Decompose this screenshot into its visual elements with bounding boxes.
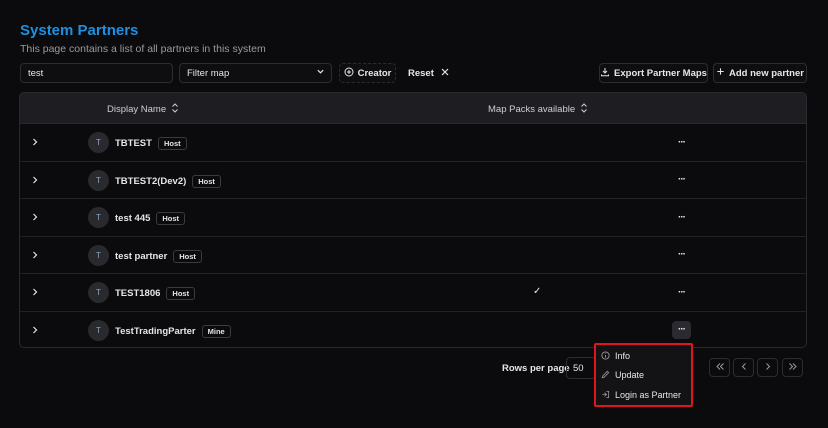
row-actions-button[interactable]: ··· [672, 320, 691, 339]
partner-name-text: TEST1806 [115, 288, 161, 299]
avatar: T [88, 132, 109, 153]
role-badge: Host [166, 287, 196, 300]
menu-item-info[interactable]: Info [601, 348, 687, 364]
chevron-down-icon [316, 67, 325, 79]
partner-name: TEST1806 Host [115, 287, 196, 300]
previous-page-button[interactable] [733, 358, 754, 377]
reset-label: Reset [408, 67, 434, 79]
role-badge: Mine [201, 324, 231, 338]
row-actions-button[interactable]: ··· [672, 283, 691, 301]
close-icon [441, 68, 449, 79]
partner-name-text: test 445 [115, 213, 151, 224]
chevron-right-icon[interactable] [31, 287, 39, 300]
role-badge: Host [157, 137, 187, 150]
search-input-value: test [28, 67, 44, 79]
partner-name: TestTradingParter Mine [115, 324, 231, 338]
search-input[interactable]: test [20, 63, 173, 83]
filter-map-select[interactable]: Filter map [179, 63, 332, 83]
rows-per-page-label: Rows per page [502, 363, 570, 374]
creator-label: Creator [357, 67, 392, 79]
table-row: Ttest 445 Host ··· [20, 199, 806, 237]
role-badge: Host [173, 249, 202, 263]
column-map-packs[interactable]: Map Packs available [488, 103, 588, 116]
table-row: T TEST1806 Host ✓ ··· [20, 274, 806, 312]
partner-name: TBTEST Host [115, 137, 187, 150]
row-actions-button[interactable]: ··· [672, 171, 691, 189]
chevron-right-icon[interactable] [31, 212, 39, 225]
login-icon [601, 390, 610, 401]
export-label: Export Partner Maps [614, 67, 707, 79]
table-header: Display Name Map Packs available [20, 93, 806, 124]
chevron-right-icon[interactable] [31, 325, 39, 338]
column-display-name-label: Display Name [107, 104, 167, 115]
chevrons-left-icon [715, 362, 725, 373]
table-body: T TBTEST Host ··· T TBTEST2(Dev2) Host ··· Ttest… [20, 124, 806, 347]
row-actions-menu: Info Update Login as Partner [594, 343, 693, 407]
row-actions-button[interactable]: ··· [672, 133, 691, 151]
plus-circle-icon [344, 67, 354, 80]
menu-item-info-label: Info [615, 351, 631, 361]
partner-name-text: test partner [115, 250, 168, 262]
next-page-button[interactable] [757, 358, 778, 377]
rows-per-page-select[interactable]: 50 [566, 357, 596, 379]
chevron-right-icon[interactable] [31, 137, 39, 150]
menu-item-login-as-partner[interactable]: Login as Partner [601, 387, 687, 403]
chevron-left-icon [740, 362, 748, 373]
reset-button[interactable]: Reset [408, 63, 449, 83]
add-new-partner-label: Add new partner [729, 67, 804, 79]
menu-item-login-label: Login as Partner [615, 390, 682, 400]
table-row: T TBTEST2(Dev2) Host ··· [20, 162, 806, 199]
avatar: T [88, 207, 109, 228]
add-new-partner-button[interactable]: Add new partner [713, 63, 807, 83]
avatar: T [88, 169, 109, 191]
role-badge: Host [192, 174, 221, 188]
partner-name-text: TestTradingParter [115, 325, 196, 337]
partner-name-text: TBTEST2(Dev2) [115, 175, 187, 187]
avatar: T [88, 244, 109, 266]
last-page-button[interactable] [782, 358, 803, 377]
rows-per-page-value: 50 [573, 363, 584, 374]
table-row: Ttest partner Host ··· [20, 237, 806, 274]
download-icon [600, 67, 610, 80]
chevron-right-icon[interactable] [31, 250, 39, 263]
chevron-right-icon[interactable] [31, 175, 39, 188]
first-page-button[interactable] [709, 358, 730, 377]
column-map-packs-label: Map Packs available [488, 104, 576, 115]
pencil-icon [601, 370, 610, 381]
partner-name: test 445 Host [115, 212, 186, 225]
sort-icon [171, 103, 179, 116]
role-badge: Host [156, 212, 186, 225]
avatar: T [88, 319, 109, 341]
page-subtitle: This page contains a list of all partner… [20, 43, 266, 55]
info-icon [601, 350, 610, 362]
chevron-right-icon [764, 362, 772, 373]
partner-name: test partner Host [115, 249, 202, 263]
page-title: System Partners [20, 22, 139, 39]
export-partner-maps-button[interactable]: Export Partner Maps [599, 63, 708, 83]
row-actions-button[interactable]: ··· [672, 246, 691, 264]
partner-name-text: TBTEST [115, 138, 152, 149]
check-icon: ✓ [533, 286, 542, 297]
sort-icon [580, 103, 588, 116]
avatar: T [88, 282, 109, 303]
partner-name: TBTEST2(Dev2) Host [115, 174, 221, 188]
table-row: T TBTEST Host ··· [20, 124, 806, 162]
menu-item-update-label: Update [615, 370, 645, 380]
menu-item-update[interactable]: Update [601, 367, 687, 383]
column-display-name[interactable]: Display Name [107, 103, 179, 116]
creator-filter-button[interactable]: Creator [339, 63, 396, 83]
chevrons-right-icon [788, 362, 798, 373]
row-actions-button[interactable]: ··· [672, 208, 691, 226]
filter-map-placeholder: Filter map [187, 67, 230, 79]
partners-table: Display Name Map Packs available T TBTEST… [19, 92, 807, 348]
plus-icon [716, 67, 725, 79]
